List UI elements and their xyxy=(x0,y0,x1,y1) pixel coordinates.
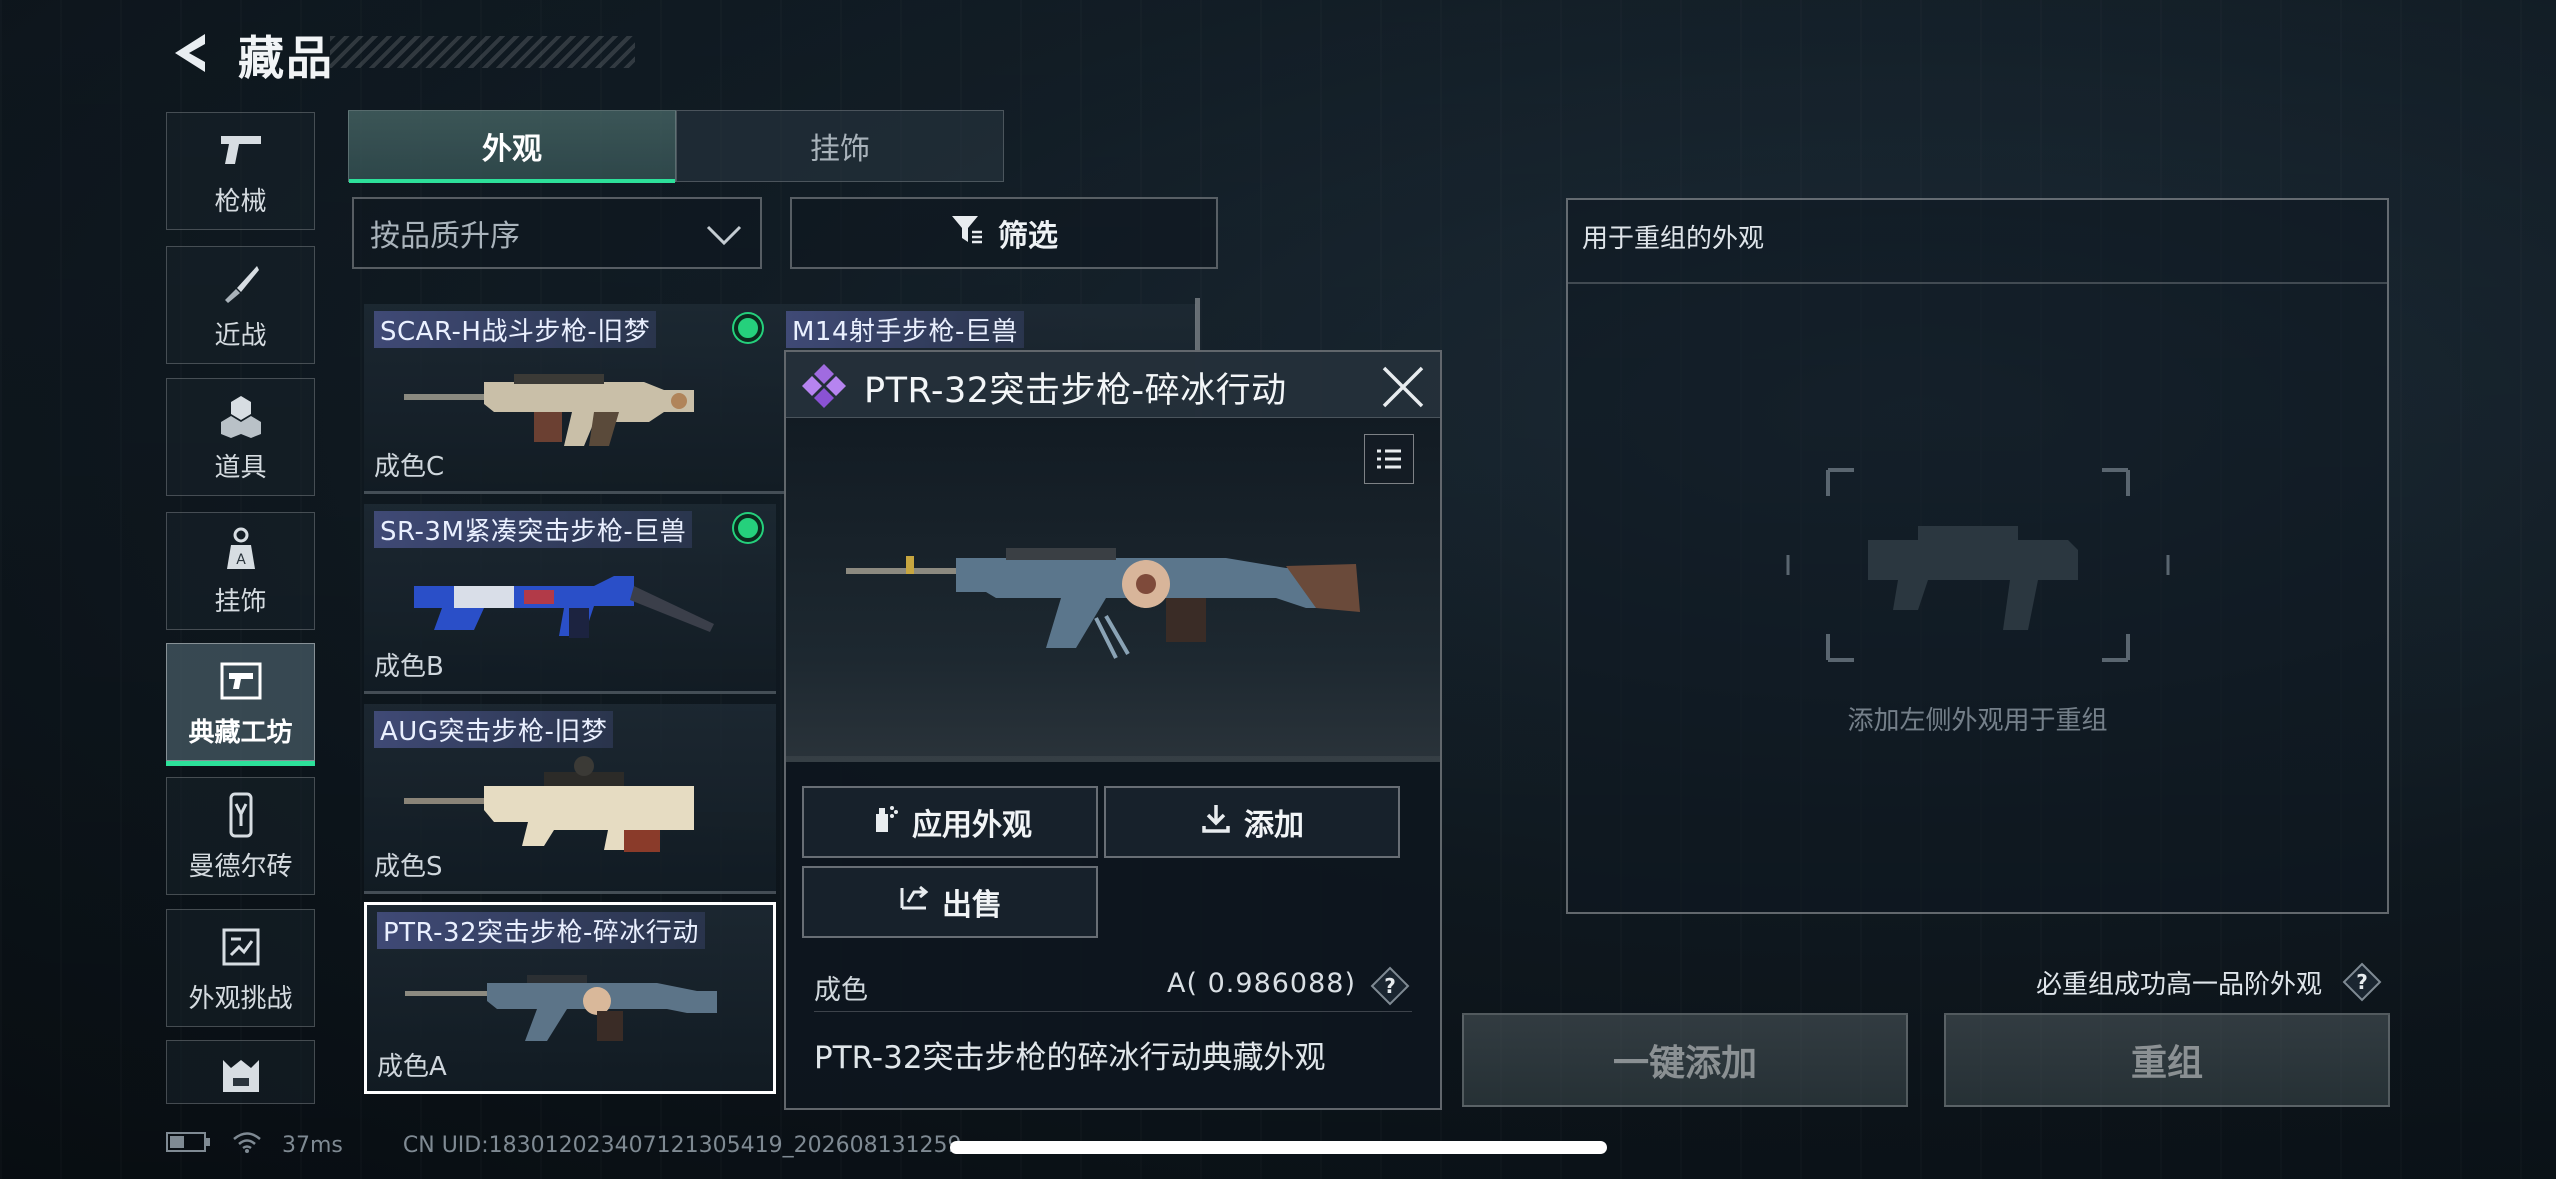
sidebar-item-label: 典藏工坊 xyxy=(188,717,293,748)
sidebar-item-mandel-brick[interactable]: 曼德尔砖 xyxy=(166,777,315,895)
filter-icon xyxy=(950,212,984,254)
item-name: SR-3M紧凑突击步枪-巨兽 xyxy=(374,511,693,548)
help-icon[interactable]: ? xyxy=(1370,966,1410,1006)
knife-icon xyxy=(216,259,266,309)
item-name: AUG突击步枪-旧梦 xyxy=(374,711,614,748)
item-grade: 成色C xyxy=(374,452,445,482)
home-indicator[interactable] xyxy=(950,1141,1607,1154)
sell-label: 出售 xyxy=(942,888,1002,923)
sidebar-item-more[interactable] xyxy=(166,1040,315,1104)
filter-label: 筛选 xyxy=(998,219,1058,254)
item-description: PTR-32突击步枪的碎冰行动典藏外观 xyxy=(814,1040,1326,1076)
workshop-icon xyxy=(216,656,266,706)
item-grade: 成色S xyxy=(374,852,443,882)
apply-appearance-button[interactable]: 应用外观 xyxy=(802,786,1098,858)
title-decoration xyxy=(330,36,635,68)
battery-icon xyxy=(166,1131,212,1159)
list-item-selected[interactable]: PTR-32突击步枪-碎冰行动 成色A xyxy=(364,902,776,1094)
tab-appearance[interactable]: 外观 xyxy=(348,110,676,183)
mandel-brick-icon xyxy=(216,790,266,840)
page-title: 藏品 xyxy=(238,31,334,85)
item-grade: 成色A xyxy=(377,1052,447,1082)
details-list-icon[interactable] xyxy=(1364,434,1414,484)
guarantee-text: 必重组成功高一品阶外观 xyxy=(2036,970,2323,1000)
sell-button[interactable]: 出售 xyxy=(802,866,1098,938)
reforge-hint: 添加左侧外观用于重组 xyxy=(1847,706,2108,736)
wifi-icon xyxy=(232,1130,262,1160)
sidebar-item-label: 枪械 xyxy=(214,186,267,217)
sidebar-item-label: 曼德尔砖 xyxy=(188,851,293,882)
apply-label: 应用外观 xyxy=(912,808,1032,843)
list-item[interactable]: AUG突击步枪-旧梦 成色S xyxy=(364,704,776,894)
sidebar-item-workshop[interactable]: 典藏工坊 xyxy=(166,643,315,766)
sidebar-item-guns[interactable]: 枪械 xyxy=(166,112,315,230)
back-arrow-icon[interactable] xyxy=(165,28,215,78)
quality-gem-icon xyxy=(800,362,848,410)
chevron-down-icon xyxy=(704,217,744,251)
one-click-add-button[interactable]: 一键添加 xyxy=(1462,1013,1908,1107)
status-bar: 37ms CN UID:18301202340712130541​9_20260… xyxy=(166,1128,962,1162)
weapon-image xyxy=(405,975,717,1041)
item-detail-popup: PTR-32突击步枪-碎冰行动 应用外观 添加 出售 成色 A(0.98608… xyxy=(784,350,1442,1110)
grade-label: 成色 xyxy=(814,975,868,1006)
weapon-image xyxy=(404,374,694,446)
item-name: SCAR-H战斗步枪-旧梦 xyxy=(374,311,657,348)
sidebar-item-label: 挂饰 xyxy=(214,586,267,617)
reforge-button[interactable]: 重组 xyxy=(1944,1013,2390,1107)
sidebar-item-charms[interactable]: A 挂饰 xyxy=(166,512,315,630)
equipped-indicator xyxy=(734,514,762,542)
tab-charms[interactable]: 挂饰 xyxy=(676,110,1004,182)
sort-value: 按品质升序 xyxy=(370,219,520,254)
svg-text:?: ? xyxy=(2356,970,2368,994)
list-item[interactable]: SR-3M紧凑突击步枪-巨兽 成色B xyxy=(364,504,776,694)
help-icon[interactable]: ? xyxy=(2342,962,2382,1002)
weapon-image xyxy=(846,548,1360,659)
sell-icon xyxy=(898,882,930,922)
sidebar-item-challenge[interactable]: 外观挑战 xyxy=(166,909,315,1027)
add-label: 添加 xyxy=(1244,808,1304,843)
spray-icon xyxy=(868,802,900,842)
reforge-panel: 用于重组的外观 添加左侧外观用于重组 xyxy=(1566,198,2389,914)
sidebar-item-melee[interactable]: 近战 xyxy=(166,246,315,364)
sidebar-item-label: 近战 xyxy=(214,320,267,351)
item-name: M14射手步枪-巨兽 xyxy=(786,311,1024,348)
ping-value: 37ms xyxy=(282,1132,343,1158)
grade-row: 成色 A( 0.986088) ? xyxy=(814,962,1412,1012)
weapon-preview xyxy=(786,418,1440,762)
sidebar-item-label: 外观挑战 xyxy=(188,983,293,1014)
grade-value: A( 0.986088) xyxy=(1167,968,1356,999)
sidebar-item-label: 道具 xyxy=(214,452,267,483)
svg-text:A: A xyxy=(236,552,246,568)
grenade-icon xyxy=(216,391,266,441)
popup-header: PTR-32突击步枪-碎冰行动 xyxy=(786,352,1440,418)
close-icon[interactable] xyxy=(1380,364,1426,410)
add-button[interactable]: 添加 xyxy=(1104,786,1400,858)
equipped-indicator xyxy=(734,314,762,342)
weapon-image xyxy=(404,756,694,852)
sort-dropdown[interactable]: 按品质升序 xyxy=(352,197,762,269)
filter-button[interactable]: 筛选 xyxy=(790,197,1218,269)
charm-icon: A xyxy=(216,525,266,575)
item-grade: 成色B xyxy=(374,652,444,682)
uid-text: CN UID:18301202340712130541​9_2026081312… xyxy=(402,1132,962,1158)
reforge-slot[interactable] xyxy=(1768,460,2188,670)
reforge-header: 用于重组的外观 xyxy=(1568,200,2387,284)
challenge-icon xyxy=(216,922,266,972)
more-icon xyxy=(216,1051,266,1101)
item-name: PTR-32突击步枪-碎冰行动 xyxy=(377,912,705,949)
weapon-image xyxy=(414,576,714,638)
list-item[interactable]: SCAR-H战斗步枪-旧梦 成色C xyxy=(364,304,776,494)
pistol-icon xyxy=(216,125,266,175)
svg-text:?: ? xyxy=(1384,974,1396,998)
sidebar-item-gadgets[interactable]: 道具 xyxy=(166,378,315,496)
download-icon xyxy=(1200,802,1232,842)
popup-title: PTR-32突击步枪-碎冰行动 xyxy=(864,371,1287,411)
